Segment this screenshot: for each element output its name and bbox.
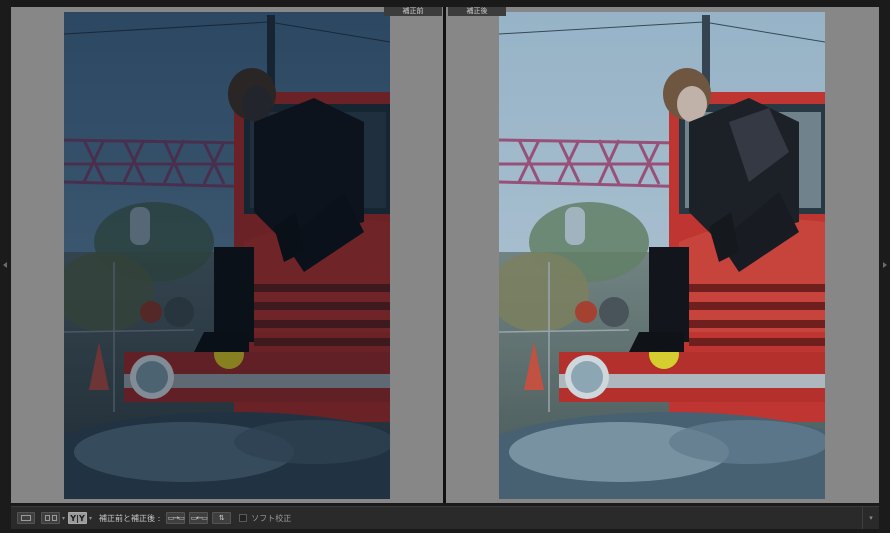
side-by-side-icon bbox=[44, 515, 57, 521]
soft-proof-checkbox[interactable] bbox=[239, 514, 248, 522]
right-panel-edge[interactable] bbox=[879, 0, 890, 533]
expand-left-panel-icon[interactable] bbox=[3, 262, 7, 268]
before-photo[interactable] bbox=[64, 12, 390, 499]
after-photo[interactable] bbox=[499, 12, 825, 499]
toolbar-menu-button[interactable]: ▾ bbox=[862, 507, 879, 529]
copy-left-to-right-icon: ▭→▭ bbox=[167, 514, 185, 522]
loupe-view-button[interactable] bbox=[17, 512, 35, 524]
copy-right-to-left-icon: ▭←▭ bbox=[190, 514, 208, 522]
soft-proof-label: ソフト校正 bbox=[251, 513, 292, 523]
swap-icon: ⇅ bbox=[218, 514, 225, 522]
left-panel-edge[interactable] bbox=[0, 0, 11, 533]
soft-proof-toggle[interactable]: ソフト校正 bbox=[239, 513, 291, 524]
compare-toolbar: ▾ Y|Y ▾ 補正前と補正後 : ▭→▭ ▭←▭ ⇅ ソフト校正 ▾ bbox=[11, 506, 879, 529]
expand-right-panel-icon[interactable] bbox=[883, 262, 887, 268]
before-pane[interactable] bbox=[11, 7, 443, 503]
before-after-split-button[interactable]: Y|Y bbox=[68, 512, 88, 524]
copy-before-to-after-button[interactable]: ▭→▭ bbox=[166, 512, 186, 524]
swap-before-after-button[interactable]: ⇅ bbox=[212, 512, 232, 524]
before-label: 補正前 bbox=[384, 7, 442, 16]
single-view-icon bbox=[21, 515, 31, 521]
before-photo-image bbox=[64, 12, 390, 499]
after-photo-image bbox=[499, 12, 825, 499]
before-after-label: 補正前と補正後 : bbox=[99, 513, 161, 523]
after-pane[interactable] bbox=[446, 7, 879, 503]
before-after-view-button[interactable] bbox=[41, 512, 60, 524]
split-mode-dropdown-icon[interactable]: ▾ bbox=[89, 515, 92, 522]
after-label: 補正後 bbox=[448, 7, 506, 16]
copy-after-to-before-button[interactable]: ▭←▭ bbox=[189, 512, 209, 524]
view-mode-dropdown-icon[interactable]: ▾ bbox=[62, 515, 65, 522]
chevron-down-icon: ▾ bbox=[869, 514, 873, 522]
